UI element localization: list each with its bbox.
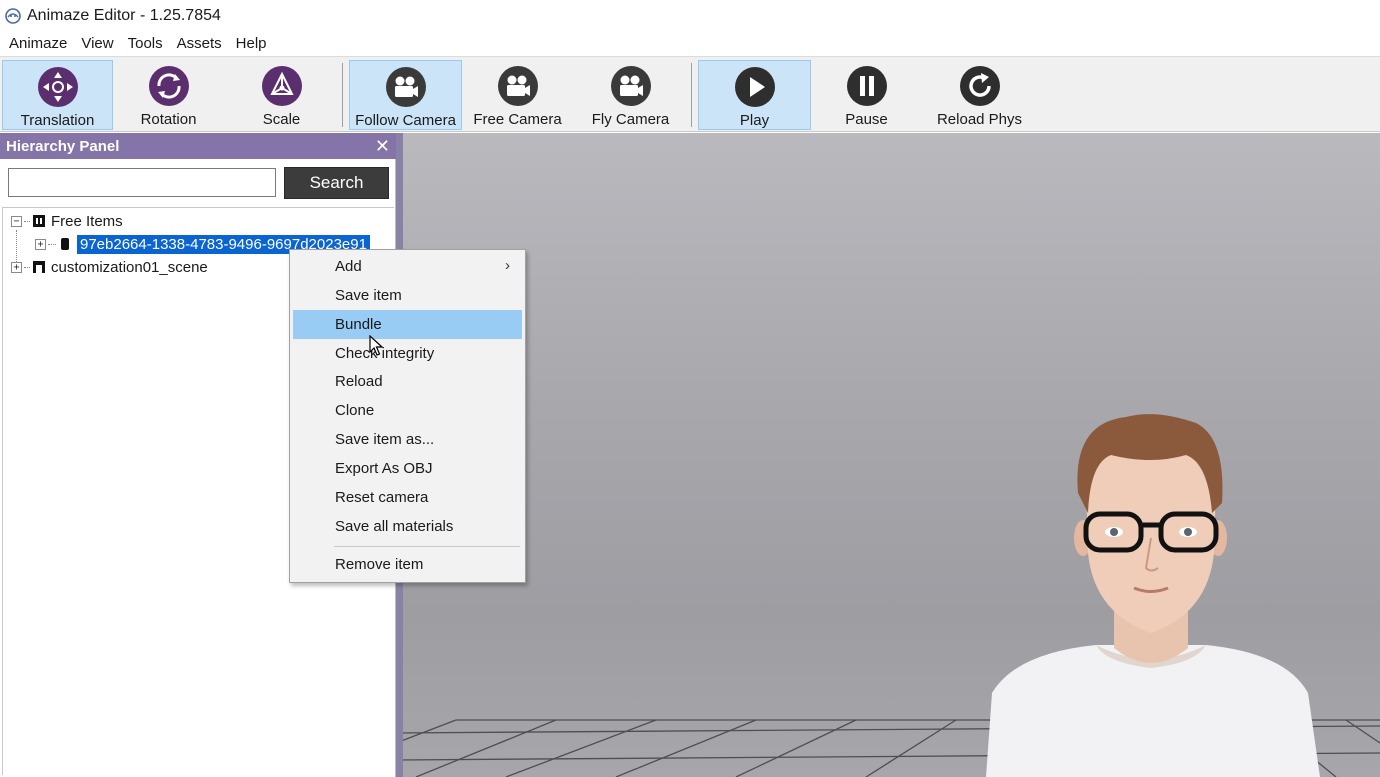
rotation-icon: [148, 66, 189, 106]
avatar-character: [986, 414, 1320, 777]
menu-tools[interactable]: Tools: [121, 32, 170, 56]
hierarchy-panel-header: Hierarchy Panel ✕: [0, 133, 396, 159]
tree-connector: [24, 220, 30, 222]
context-menu-remove-item[interactable]: Remove item: [293, 550, 522, 579]
rotation-button[interactable]: Rotation: [113, 60, 224, 130]
expand-icon[interactable]: +: [35, 238, 46, 250]
animaze-app-icon: [5, 8, 21, 24]
viewport-render: [396, 414, 1380, 777]
camera-icon: [610, 66, 651, 106]
toolbar: Translation Rotation Scale Follow Camera…: [0, 56, 1380, 132]
context-menu-check-integrity[interactable]: Check integrity: [293, 339, 522, 368]
menu-view[interactable]: View: [74, 32, 120, 56]
scene-viewport[interactable]: [396, 133, 1380, 777]
folder-node-icon: [33, 215, 45, 227]
free-camera-button[interactable]: Free Camera: [462, 60, 573, 130]
animaze-editor-window: Animaze Editor - 1.25.7854 Animaze View …: [0, 0, 1380, 777]
context-menu-save-item[interactable]: Save item: [293, 281, 522, 310]
tree-connector: [48, 243, 56, 245]
scale-icon: [261, 66, 302, 106]
tree-node-free-items[interactable]: − Free Items: [11, 210, 123, 232]
free-camera-label: Free Camera: [473, 111, 562, 128]
context-menu-add[interactable]: Add ›: [293, 252, 522, 281]
menu-animaze[interactable]: Animaze: [2, 32, 74, 56]
title-bar: Animaze Editor - 1.25.7854: [0, 0, 1380, 32]
item-node-icon: [61, 238, 69, 250]
reload-icon: [959, 66, 1000, 106]
search-button[interactable]: Search: [284, 167, 389, 199]
hierarchy-panel-title: Hierarchy Panel: [6, 137, 120, 155]
follow-camera-button[interactable]: Follow Camera: [349, 60, 462, 130]
follow-camera-label: Follow Camera: [355, 112, 456, 129]
tree-connector: [24, 266, 30, 268]
close-icon[interactable]: ✕: [375, 137, 390, 155]
pause-label: Pause: [845, 111, 888, 128]
rotation-label: Rotation: [140, 111, 197, 128]
toolbar-separator: [342, 63, 343, 127]
context-menu-reload[interactable]: Reload: [293, 367, 522, 396]
expand-icon[interactable]: +: [11, 261, 22, 273]
context-menu-bundle[interactable]: Bundle: [293, 310, 522, 339]
fly-camera-label: Fly Camera: [591, 111, 670, 128]
context-menu-export-obj[interactable]: Export As OBJ: [293, 454, 522, 483]
scale-label: Scale: [262, 111, 301, 128]
menu-help[interactable]: Help: [229, 32, 274, 56]
pause-icon: [846, 66, 887, 106]
chevron-right-icon: ›: [505, 257, 510, 274]
play-button[interactable]: Play: [698, 60, 811, 130]
context-menu: Add › Save item Bundle Check integrity R…: [289, 249, 526, 583]
context-menu-save-all-materials[interactable]: Save all materials: [293, 512, 522, 541]
pause-button[interactable]: Pause: [811, 60, 922, 130]
mouse-cursor-icon: [369, 335, 383, 356]
camera-icon: [385, 67, 426, 107]
fly-camera-button[interactable]: Fly Camera: [575, 60, 686, 130]
menu-bar: Animaze View Tools Assets Help: [0, 32, 1380, 56]
tree-label-scene: customization01_scene: [51, 258, 208, 276]
context-menu-separator: [334, 546, 520, 547]
tree-node-scene[interactable]: + customization01_scene: [11, 256, 208, 278]
context-menu-reset-camera[interactable]: Reset camera: [293, 483, 522, 512]
reload-physics-label: Reload Phys: [936, 111, 1023, 128]
menu-assets[interactable]: Assets: [170, 32, 229, 56]
scene-node-icon: [33, 261, 45, 273]
context-menu-clone[interactable]: Clone: [293, 396, 522, 425]
collapse-icon[interactable]: −: [11, 215, 22, 227]
translation-button[interactable]: Translation: [2, 60, 113, 130]
scale-button[interactable]: Scale: [226, 60, 337, 130]
toolbar-separator: [691, 63, 692, 127]
play-label: Play: [739, 112, 770, 129]
translation-icon: [37, 67, 78, 107]
reload-physics-button[interactable]: Reload Phys: [924, 60, 1035, 130]
tree-label-free-items: Free Items: [51, 212, 123, 230]
window-title: Animaze Editor - 1.25.7854: [27, 7, 221, 24]
play-icon: [734, 67, 775, 107]
context-menu-add-label: Add: [335, 258, 362, 275]
camera-icon: [497, 66, 538, 106]
context-menu-save-item-as[interactable]: Save item as...: [293, 425, 522, 454]
hierarchy-search-input[interactable]: [8, 168, 276, 197]
translation-label: Translation: [20, 112, 95, 129]
